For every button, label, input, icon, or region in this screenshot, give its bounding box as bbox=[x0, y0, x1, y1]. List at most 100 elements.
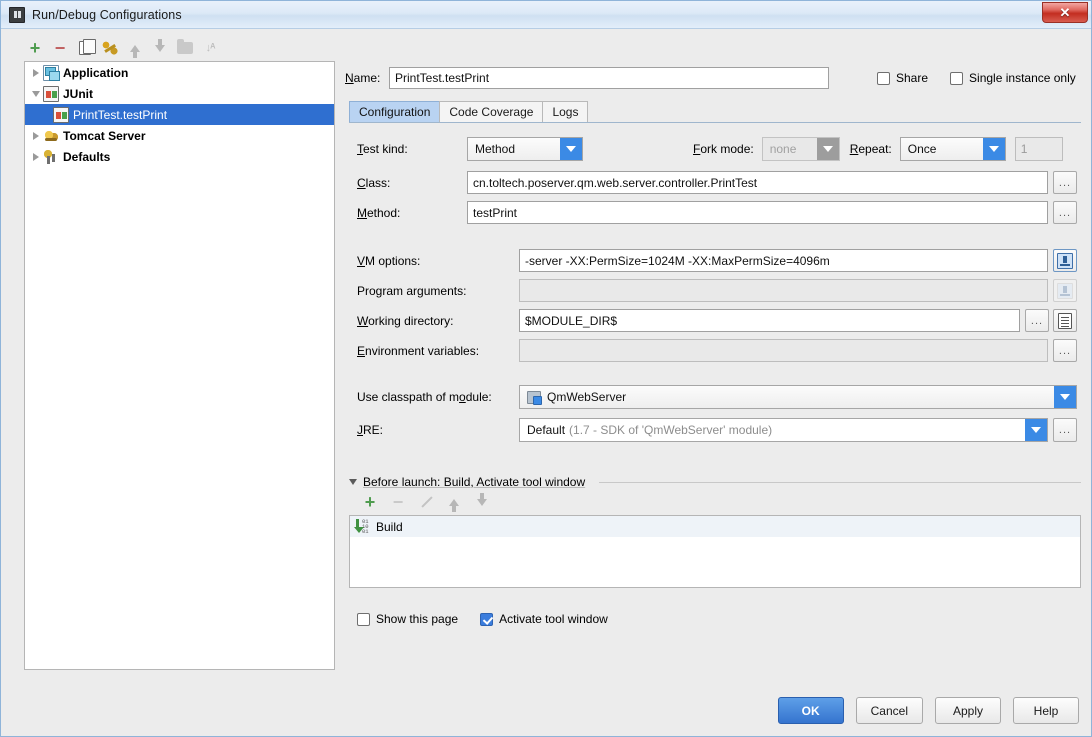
remove-task-button[interactable]: − bbox=[387, 491, 409, 513]
vm-options-input[interactable]: -server -XX:PermSize=1024M -XX:MaxPermSi… bbox=[519, 249, 1048, 272]
program-arguments-label: Program arguments: bbox=[357, 283, 467, 298]
chevron-right-icon[interactable] bbox=[29, 150, 43, 164]
classpath-module-combo[interactable]: QmWebServer bbox=[519, 385, 1077, 409]
tree-node-label: JUnit bbox=[63, 86, 93, 101]
test-kind-label: Test kind: bbox=[357, 142, 408, 156]
environment-variables-browse-button[interactable]: ... bbox=[1053, 339, 1077, 362]
window-title: Run/Debug Configurations bbox=[32, 7, 182, 22]
defaults-icon bbox=[43, 148, 59, 165]
checkbox-box[interactable] bbox=[877, 71, 890, 85]
create-folder-button[interactable] bbox=[174, 37, 196, 59]
show-this-page-checkbox[interactable]: Show this page bbox=[357, 612, 458, 626]
edit-task-button[interactable] bbox=[415, 491, 437, 513]
name-label: Name: bbox=[345, 71, 381, 85]
chevron-down-icon[interactable] bbox=[816, 138, 839, 160]
tree-node-printtest-testprint[interactable]: PrintTest.testPrint bbox=[25, 104, 334, 125]
chevron-down-icon[interactable] bbox=[1025, 419, 1047, 441]
repeat-combo[interactable]: Once bbox=[899, 137, 1006, 161]
repeat-count-input[interactable]: 1 bbox=[1014, 137, 1063, 161]
chevron-right-icon[interactable] bbox=[29, 66, 43, 80]
task-move-up-button[interactable] bbox=[443, 491, 465, 513]
vm-options-expand-button[interactable] bbox=[1053, 249, 1077, 272]
fork-mode-combo[interactable]: none bbox=[761, 137, 840, 161]
method-input[interactable]: testPrint bbox=[467, 201, 1048, 224]
tab-code-coverage[interactable]: Code Coverage bbox=[439, 101, 544, 122]
repeat-value: Once bbox=[907, 142, 937, 156]
working-directory-macros-button[interactable] bbox=[1053, 309, 1077, 332]
program-arguments-expand-button[interactable] bbox=[1053, 279, 1077, 302]
class-input[interactable]: cn.toltech.poserver.qm.web.server.contro… bbox=[467, 171, 1048, 194]
ok-button[interactable]: OK bbox=[777, 697, 844, 724]
sort-configurations-button[interactable]: ↓ᴬ bbox=[199, 37, 221, 59]
intellij-idea-icon bbox=[9, 6, 25, 23]
name-row: Name: PrintTest.testPrint Share Single i… bbox=[345, 67, 1081, 89]
add-task-button[interactable]: + bbox=[359, 491, 381, 513]
name-input[interactable]: PrintTest.testPrint bbox=[389, 67, 829, 89]
tomcat-icon bbox=[43, 127, 59, 144]
configuration-tab-panel: Test kind: Method Fork mode: none Repeat… bbox=[349, 123, 1081, 670]
cancel-button[interactable]: Cancel bbox=[855, 697, 923, 724]
configurations-tree[interactable]: Application JUnit PrintTest.testPrint To… bbox=[24, 61, 335, 670]
program-arguments-row: Program arguments: bbox=[357, 279, 1077, 302]
before-launch-task-list[interactable]: 01 10 01 Build bbox=[349, 515, 1081, 588]
before-launch-header[interactable]: Before launch: Build, Activate tool wind… bbox=[349, 475, 1081, 489]
class-label: Class: bbox=[357, 175, 391, 190]
jre-hint: (1.7 - SDK of 'QmWebServer' module) bbox=[569, 423, 773, 437]
share-label: Share bbox=[896, 71, 929, 85]
separator-line bbox=[599, 481, 1081, 483]
task-move-down-button[interactable] bbox=[471, 491, 493, 513]
tab-logs[interactable]: Logs bbox=[542, 101, 589, 122]
fork-mode-label: Fork mode: bbox=[693, 142, 754, 156]
tab-configuration[interactable]: Configuration bbox=[349, 101, 441, 122]
chevron-down-icon[interactable] bbox=[982, 138, 1005, 160]
add-configuration-button[interactable]: + bbox=[24, 37, 46, 59]
method-browse-button[interactable]: ... bbox=[1053, 201, 1077, 224]
sort-alphabetically-icon: ↓ᴬ bbox=[205, 42, 216, 54]
chevron-down-icon[interactable] bbox=[349, 479, 357, 485]
working-directory-browse-button[interactable]: ... bbox=[1025, 309, 1049, 332]
arrow-up-icon bbox=[449, 498, 459, 512]
activate-tool-window-checkbox[interactable]: Activate tool window bbox=[480, 612, 608, 626]
apply-button[interactable]: Apply bbox=[935, 697, 1001, 724]
working-directory-input[interactable]: $MODULE_DIR$ bbox=[519, 309, 1020, 332]
environment-variables-label: Environment variables: bbox=[357, 343, 480, 358]
move-up-button[interactable] bbox=[124, 37, 146, 59]
chevron-down-icon[interactable] bbox=[29, 87, 43, 101]
plus-icon: + bbox=[29, 38, 41, 58]
jre-combo[interactable]: Default (1.7 - SDK of 'QmWebServer' modu… bbox=[519, 418, 1048, 442]
tree-node-tomcat-server[interactable]: Tomcat Server bbox=[25, 125, 334, 146]
remove-configuration-button[interactable]: − bbox=[49, 37, 71, 59]
close-icon[interactable]: ✕ bbox=[1042, 2, 1088, 23]
jre-label: JRE: bbox=[357, 423, 384, 437]
tree-toolbar: + − bbox=[10, 35, 335, 61]
checkbox-box[interactable] bbox=[950, 71, 964, 85]
test-kind-combo[interactable]: Method bbox=[467, 137, 583, 161]
expand-editor-icon bbox=[1057, 252, 1073, 269]
jre-browse-button[interactable]: ... bbox=[1053, 418, 1077, 442]
chevron-down-icon[interactable] bbox=[560, 138, 582, 160]
before-launch-title: Before launch: Build, Activate tool wind… bbox=[363, 475, 586, 489]
tree-node-junit[interactable]: JUnit bbox=[25, 83, 334, 104]
pencil-icon bbox=[420, 496, 433, 509]
environment-variables-row: Environment variables: ... bbox=[357, 339, 1077, 362]
class-browse-button[interactable]: ... bbox=[1053, 171, 1077, 194]
tree-node-application[interactable]: Application bbox=[25, 62, 334, 83]
working-directory-label: Working directory: bbox=[357, 313, 454, 328]
chevron-right-icon[interactable] bbox=[29, 129, 43, 143]
help-button[interactable]: Help bbox=[1013, 697, 1079, 724]
environment-variables-input[interactable] bbox=[519, 339, 1048, 362]
arrow-up-icon bbox=[130, 44, 140, 58]
method-label: Method: bbox=[357, 205, 401, 220]
chevron-down-icon[interactable] bbox=[1054, 386, 1076, 408]
repeat-label: Repeat: bbox=[849, 142, 892, 156]
copy-configuration-button[interactable] bbox=[74, 37, 96, 59]
save-configuration-button[interactable] bbox=[99, 37, 121, 59]
single-instance-only-checkbox[interactable]: Single instance only bbox=[950, 71, 1076, 85]
move-down-button[interactable] bbox=[149, 37, 171, 59]
list-item[interactable]: 01 10 01 Build bbox=[350, 516, 1080, 537]
checkbox-box[interactable] bbox=[357, 612, 370, 626]
program-arguments-input[interactable] bbox=[519, 279, 1048, 302]
share-checkbox[interactable]: Share bbox=[877, 71, 928, 85]
checkbox-box[interactable] bbox=[480, 612, 494, 626]
tree-node-defaults[interactable]: Defaults bbox=[25, 146, 334, 167]
